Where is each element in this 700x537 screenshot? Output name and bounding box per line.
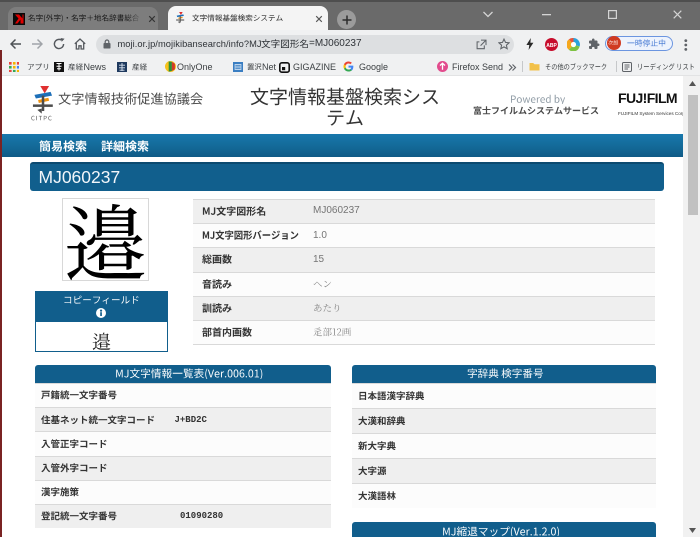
svg-text:ABP: ABP (546, 42, 557, 48)
